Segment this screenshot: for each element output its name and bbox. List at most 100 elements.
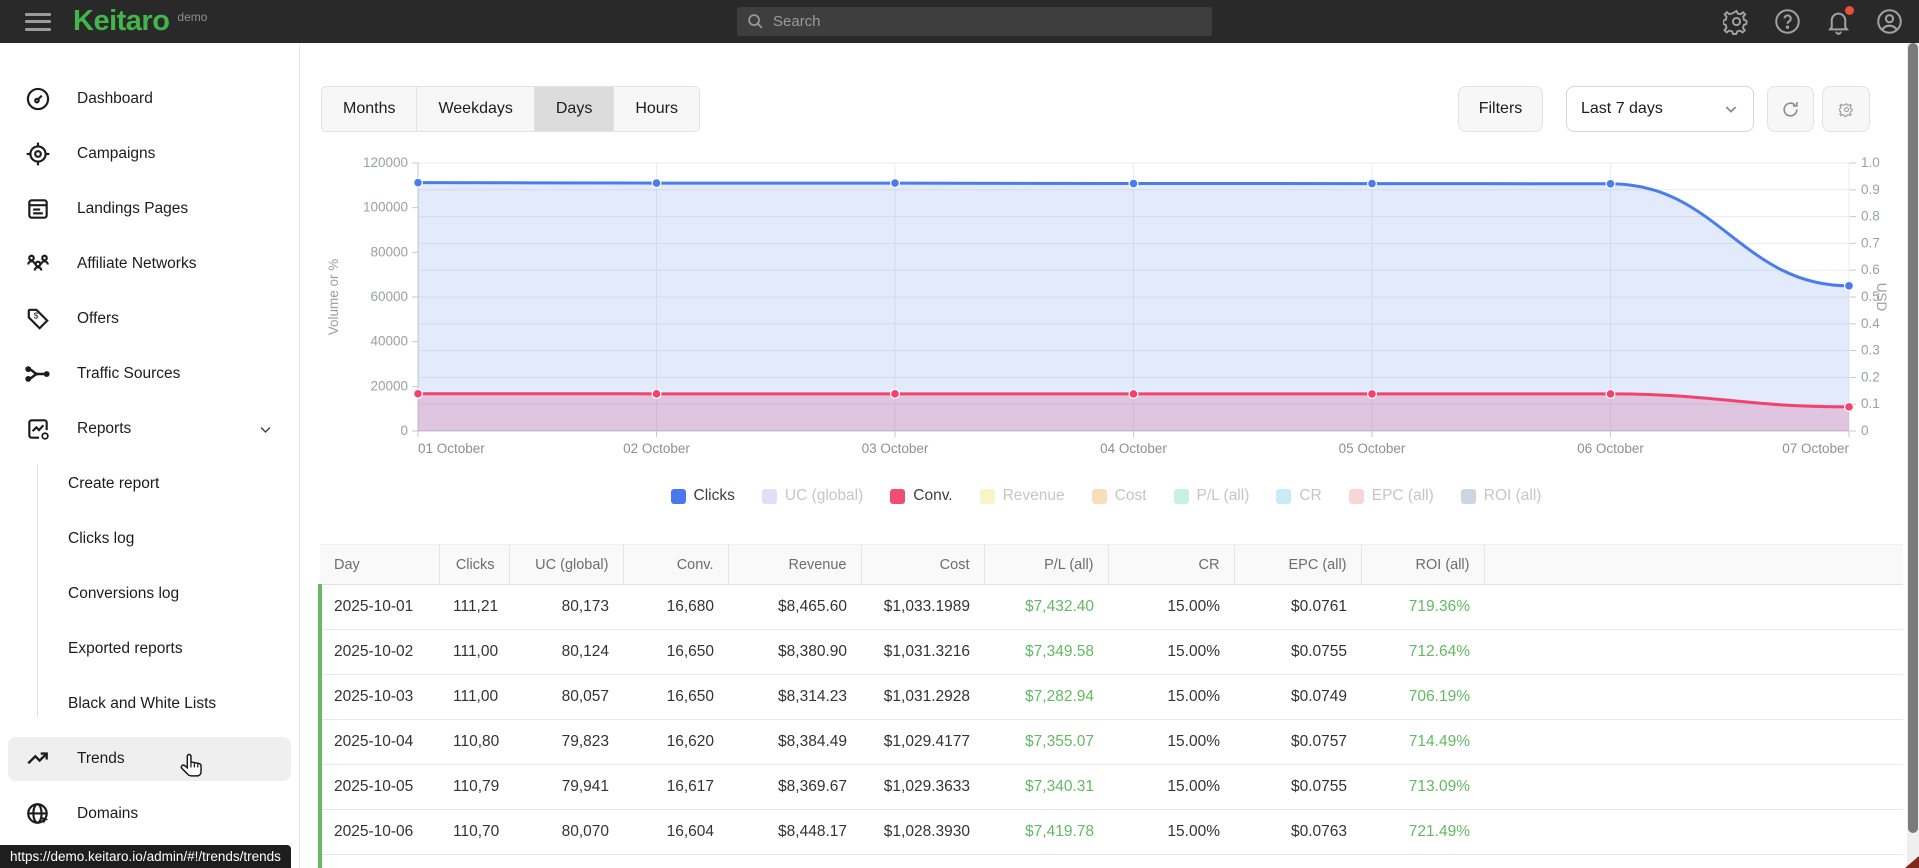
- refresh-icon: [1783, 101, 1798, 117]
- scrollbar-thumb[interactable]: [1908, 43, 1918, 833]
- table-cell: 111,00: [439, 674, 509, 720]
- traffic-sources-icon: [25, 366, 50, 382]
- column-header[interactable]: UC (global): [508, 544, 623, 585]
- table-cell: $8,314.23: [728, 674, 861, 720]
- date-range-select[interactable]: Last 7 days: [1566, 86, 1754, 132]
- table-cell: 44,457: [509, 854, 623, 868]
- legend-item[interactable]: Revenue: [979, 487, 1065, 505]
- svg-text:0: 0: [400, 423, 408, 438]
- legend-swatch: [890, 488, 906, 504]
- table-cell: $7,282.94: [984, 674, 1108, 720]
- chart-settings-button[interactable]: [1822, 86, 1870, 132]
- legend-label: ROI (all): [1483, 487, 1542, 504]
- table-cell: $7,355.07: [984, 719, 1108, 765]
- tab-weekdays[interactable]: Weekdays: [416, 87, 533, 131]
- svg-text:01 October: 01 October: [418, 441, 485, 456]
- legend-label: EPC (all): [1371, 487, 1434, 504]
- table-cell: $7,349.58: [984, 629, 1108, 675]
- sidebar-item-campaigns[interactable]: Campaigns: [8, 132, 291, 176]
- legend-label: CR: [1299, 487, 1322, 504]
- settings-icon[interactable]: [1722, 8, 1750, 35]
- search-bar[interactable]: [737, 7, 1212, 36]
- sidebar-item-reports[interactable]: Reports: [8, 407, 291, 451]
- legend-item[interactable]: P/L (all): [1173, 487, 1250, 505]
- scroll-corner: [1905, 856, 1919, 868]
- table-cell: 15.00%: [1108, 674, 1234, 720]
- table-cell: 2025-10-02: [318, 629, 439, 675]
- environment-label: demo: [177, 9, 208, 24]
- sidebar-item-conversions-log[interactable]: Conversions log: [8, 572, 291, 616]
- offers-icon: $: [27, 308, 49, 330]
- svg-text:1.0: 1.0: [1861, 155, 1880, 170]
- svg-text:0.7: 0.7: [1861, 235, 1880, 250]
- column-header[interactable]: P/L (all): [983, 544, 1108, 585]
- table-cell: $8,380.90: [728, 629, 861, 675]
- column-header[interactable]: ROI (all): [1360, 544, 1484, 585]
- column-header[interactable]: EPC (all): [1233, 544, 1361, 585]
- menu-toggle-icon[interactable]: [25, 12, 51, 31]
- svg-text:120000: 120000: [363, 155, 408, 170]
- svg-text:0.4: 0.4: [1861, 316, 1880, 331]
- column-header[interactable]: Conv.: [622, 544, 728, 585]
- tab-days[interactable]: Days: [533, 87, 614, 131]
- table-cell: 111,21: [439, 584, 509, 630]
- account-icon[interactable]: [1876, 8, 1903, 35]
- filters-button[interactable]: Filters: [1458, 86, 1543, 132]
- sidebar-item-exported-reports[interactable]: Exported reports: [8, 627, 291, 671]
- table-cell: 79,823: [509, 719, 623, 765]
- table-cell: 80,173: [509, 584, 623, 630]
- sidebar-item-black-white-lists[interactable]: Black and White Lists: [8, 682, 291, 726]
- legend-label: P/L (all): [1196, 487, 1250, 504]
- sidebar-item-landings-pages[interactable]: Landings Pages: [8, 187, 291, 231]
- column-header[interactable]: Clicks: [438, 544, 509, 585]
- search-input[interactable]: [773, 13, 1202, 30]
- legend-item[interactable]: Conv.: [890, 487, 953, 505]
- table-row: 2025-10-0744,4944,4576,646$3,369.04$527.…: [318, 854, 1903, 868]
- sidebar-item-clicks-log[interactable]: Clicks log: [8, 517, 291, 561]
- tab-hours[interactable]: Hours: [613, 87, 699, 131]
- table-cell: 15.00%: [1108, 629, 1234, 675]
- legend-item[interactable]: EPC (all): [1348, 487, 1434, 505]
- legend-item[interactable]: Clicks: [670, 487, 735, 505]
- sidebar-item-domains[interactable]: Domains: [8, 792, 291, 836]
- sidebar-item-dashboard[interactable]: Dashboard: [8, 77, 291, 121]
- column-header[interactable]: Revenue: [727, 544, 861, 585]
- table-cell: 110,80: [439, 719, 509, 765]
- reports-icon: [28, 419, 49, 440]
- legend-item[interactable]: ROI (all): [1460, 487, 1542, 505]
- legend-item[interactable]: Cost: [1091, 487, 1147, 505]
- table-row: 2025-10-02 111,00 80,124 16,650 $8,380.90 $1,…: [318, 629, 1903, 675]
- table-cell: $8,369.67: [728, 764, 861, 810]
- svg-text:0.9: 0.9: [1861, 182, 1880, 197]
- table-cell: $0.0758: [1234, 854, 1361, 868]
- column-header[interactable]: Day: [320, 544, 439, 585]
- legend-item[interactable]: CR: [1276, 487, 1322, 505]
- tab-months[interactable]: Months: [322, 87, 416, 131]
- sidebar-item-offers[interactable]: $ Offers: [8, 297, 291, 341]
- table-cell: 44,49: [439, 854, 509, 868]
- sidebar-item-traffic-sources[interactable]: Traffic Sources: [8, 352, 291, 396]
- reports-submenu: Create report Clicks log Conversions log…: [0, 462, 299, 726]
- column-header[interactable]: CR: [1107, 544, 1234, 585]
- table-cell: 15.00%: [1108, 764, 1234, 810]
- notifications-icon[interactable]: [1825, 6, 1854, 35]
- landing-pages-icon: [28, 199, 48, 219]
- table-cell: $1,029.3633: [861, 764, 984, 810]
- column-header[interactable]: Cost: [860, 544, 984, 585]
- page-scrollbar[interactable]: [1907, 43, 1919, 868]
- link-preview-statusbar: https://demo.keitaro.io/admin/#!/trends/…: [0, 845, 291, 868]
- search-icon: [748, 14, 763, 29]
- table-cell: 110,79: [439, 764, 509, 810]
- dashboard-icon: [26, 87, 50, 111]
- trends-chart[interactable]: 0 0.1 0.2 0.3 0.4 0.5 0.6 0.7 0.8 0.9 1.0 01 Octobe…: [321, 148, 1891, 478]
- legend-label: UC (global): [784, 487, 864, 504]
- table-cell: $0.0749: [1234, 674, 1361, 720]
- sidebar-item-create-report[interactable]: Create report: [8, 462, 291, 506]
- legend-item[interactable]: UC (global): [761, 487, 864, 505]
- table-cell: 719.36%: [1361, 584, 1484, 630]
- refresh-button[interactable]: [1767, 86, 1814, 132]
- sidebar-item-trends[interactable]: Trends: [8, 737, 291, 781]
- help-icon[interactable]: [1774, 8, 1801, 35]
- table-row: 2025-10-05 110,79 79,941 16,617 $8,369.67 $1,…: [318, 764, 1903, 810]
- sidebar-item-affiliate-networks[interactable]: Affiliate Networks: [8, 242, 291, 286]
